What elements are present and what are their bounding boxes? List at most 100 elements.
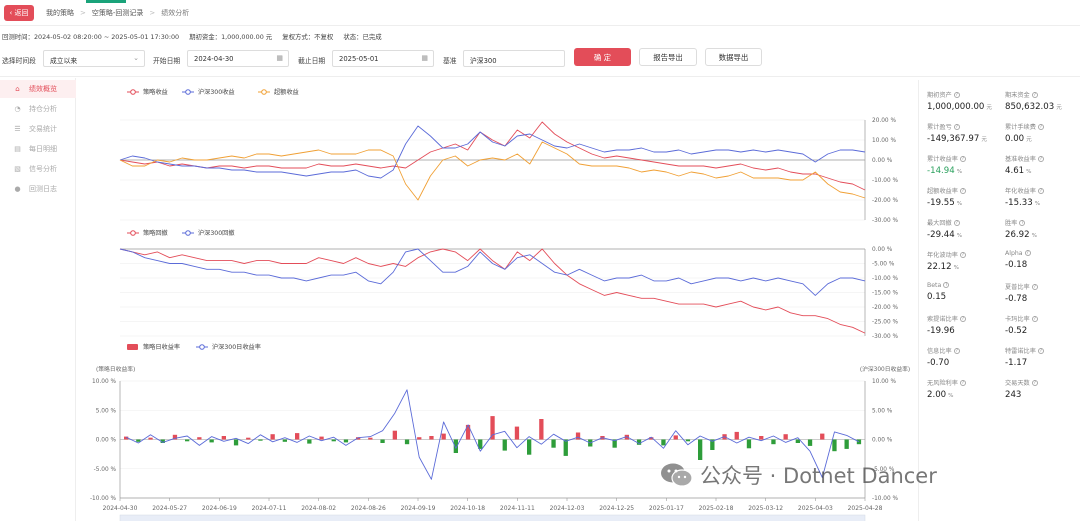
divider	[0, 76, 1080, 77]
back-button[interactable]: ‹ 返回	[4, 5, 34, 21]
metric-value-text: 22.12	[927, 262, 952, 272]
daily-return-bar	[832, 439, 837, 452]
x-tick-label: 2024-09-19	[401, 505, 436, 512]
wechat-icon	[661, 463, 693, 487]
help-icon[interactable]: ?	[959, 316, 966, 322]
help-icon[interactable]: ?	[1031, 284, 1038, 290]
sidebar-item-trades[interactable]: ☰ 交易统计	[0, 120, 76, 138]
daily-return-bar	[759, 436, 764, 440]
period-select[interactable]: 成立以来 ⌄	[43, 50, 145, 67]
daily-return-bar	[502, 439, 507, 451]
y-tick-label-left: -5.00 %	[94, 467, 117, 473]
y-tick-label: -15.00 %	[872, 291, 899, 297]
daily-return-bar	[282, 439, 287, 442]
metric-label-text: 期末资金	[1005, 92, 1030, 99]
x-tick-label: 2024-10-18	[450, 505, 485, 512]
help-icon[interactable]: ?	[1019, 220, 1026, 226]
help-icon[interactable]: ?	[959, 380, 966, 386]
metric-unit: 元	[1056, 105, 1062, 111]
daily-return-bar	[551, 439, 556, 448]
help-icon[interactable]: ?	[953, 92, 960, 98]
start-date-input[interactable]: 2024-04-30 ▦	[187, 50, 289, 67]
metric-value-text: 0.00	[1005, 134, 1025, 144]
metric-value: -0.70	[927, 358, 1007, 368]
daily-return-bar	[258, 439, 263, 441]
metric-unit: %	[956, 201, 963, 207]
status-text: 状态：已完成	[343, 33, 382, 41]
start-date-label: 开始日期	[153, 57, 181, 65]
legend-marker	[185, 89, 191, 95]
metric-label: 期初资产?	[927, 90, 1007, 99]
help-icon[interactable]: ?	[959, 252, 966, 258]
help-icon[interactable]: ?	[1031, 92, 1038, 98]
export-report-button[interactable]: 报告导出	[639, 48, 697, 66]
breadcrumb-item-records[interactable]: 空策略-回测记录	[92, 9, 144, 17]
help-icon[interactable]: ?	[943, 282, 950, 288]
legend-label: 沪深300回撤	[198, 229, 235, 237]
breadcrumb-item-strategies[interactable]: 我的策略	[46, 9, 74, 17]
daily-return-bar	[856, 439, 862, 445]
sidebar-item-overview[interactable]: ⌂ 绩效概览	[0, 80, 76, 98]
metric-item: 夏普比率? -0.78	[1005, 282, 1080, 314]
export-data-button[interactable]: 数据导出	[705, 48, 762, 66]
metric-unit: %	[956, 169, 963, 175]
daily-return-bar	[233, 439, 239, 446]
metric-label-text: 超额收益率	[927, 188, 958, 195]
help-icon[interactable]: ?	[1037, 156, 1044, 162]
metric-unit: %	[1026, 169, 1032, 175]
help-icon[interactable]: ?	[953, 220, 960, 226]
sidebar-item-daily[interactable]: ▤ 每日明细	[0, 140, 76, 158]
metric-item: 信息比率? -0.70	[927, 346, 1007, 378]
sidebar: ⌂ 绩效概览 ◔ 持仓分析 ☰ 交易统计 ▤ 每日明细 ▧ 信号分析 ● 回测日志	[0, 78, 76, 521]
y-tick-label: 10.00 %	[872, 138, 896, 144]
daily-return-bar	[514, 426, 520, 440]
metric-item: 年化波动率? 22.12%	[927, 250, 1007, 282]
help-icon[interactable]: ?	[1037, 188, 1044, 194]
metric-value-text: -0.52	[1005, 326, 1028, 336]
series-line	[119, 141, 866, 201]
x-tick-label: 2024-08-02	[301, 505, 336, 512]
metric-label-text: 索提诺比率	[927, 316, 958, 323]
metric-label: 基准收益率?	[1005, 154, 1080, 163]
help-icon[interactable]: ?	[1024, 250, 1031, 256]
metric-value: 22.12%	[927, 262, 1007, 272]
help-icon[interactable]: ?	[1031, 380, 1038, 386]
filter-bar: 选择时间段 成立以来 ⌄ 开始日期 2024-04-30 ▦ 截止日期 2025-0…	[0, 48, 1080, 70]
charts-area: 收益图策略收益沪深300收益超额收益20.00 %10.00 %0.00 %-1…	[54, 80, 910, 524]
x-tick-label: 2025-02-18	[699, 505, 734, 512]
help-icon[interactable]: ?	[953, 124, 960, 130]
metric-value-text: -19.55	[927, 198, 955, 208]
metric-value-text: 26.92	[1005, 230, 1030, 240]
help-icon[interactable]: ?	[1037, 348, 1044, 354]
sidebar-item-signals[interactable]: ▧ 信号分析	[0, 160, 76, 178]
help-icon[interactable]: ?	[959, 188, 966, 194]
x-tick-label: 2024-06-19	[202, 505, 237, 512]
help-icon[interactable]: ?	[1031, 316, 1038, 322]
confirm-button[interactable]: 确 定	[574, 48, 631, 66]
sidebar-item-positions[interactable]: ◔ 持仓分析	[0, 100, 76, 118]
metric-value-text: -149,367.97	[927, 134, 980, 144]
help-icon[interactable]: ?	[953, 348, 960, 354]
y-tick-label-right: 5.00 %	[872, 408, 893, 414]
metric-value-text: 0.15	[927, 292, 947, 302]
benchmark-input[interactable]: 沪深300	[463, 50, 565, 67]
x-tick-label: 2025-03-12	[748, 505, 783, 512]
metric-label-text: 年化波动率	[927, 252, 958, 259]
metric-label-text: 累计盈亏	[927, 124, 952, 131]
daily-return-bar	[319, 436, 324, 440]
period-label: 选择时间段	[2, 57, 36, 65]
daily-return-bar	[197, 437, 202, 440]
daily-return-bar	[331, 439, 336, 442]
help-icon[interactable]: ?	[959, 156, 966, 162]
legend-marker	[261, 89, 267, 95]
y-tick-label: -10.00 %	[872, 276, 899, 282]
sidebar-item-logs[interactable]: ● 回测日志	[0, 180, 76, 198]
calendar-icon: ▦	[276, 54, 283, 62]
y-tick-label: -30.00 %	[872, 218, 899, 224]
daily-return-bar	[343, 439, 349, 443]
daily-return-bar	[527, 439, 532, 455]
help-icon[interactable]: ?	[1037, 124, 1044, 130]
metric-value-text: 1,000,000.00	[927, 102, 985, 112]
end-date-input[interactable]: 2025-05-01 ▦	[332, 50, 434, 67]
right-axis-caption: (沪深300日收益率)	[860, 365, 910, 373]
